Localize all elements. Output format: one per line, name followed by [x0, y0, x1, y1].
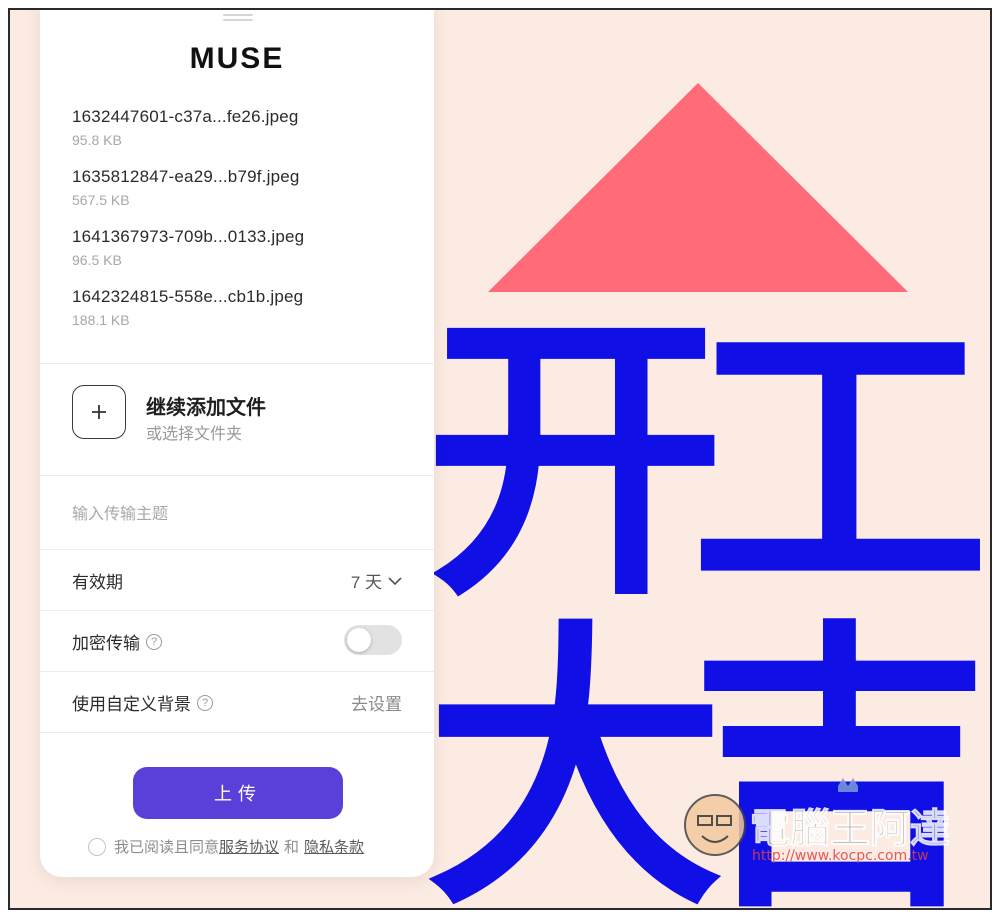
custom-background-label: 使用自定义背景 ?: [72, 690, 213, 715]
mascot-face-icon: [684, 794, 746, 856]
file-size: 188.1 KB: [72, 312, 130, 328]
divider: [40, 475, 434, 476]
add-files-button[interactable]: [72, 385, 126, 439]
file-list: 1632447601-c37a...fe26.jpeg 95.8 KB 1635…: [72, 106, 412, 346]
toggle-knob: [347, 628, 371, 652]
watermark-text: 電腦王阿達: [750, 806, 950, 852]
expiry-label: 有效期: [72, 573, 123, 592]
question-circle-icon[interactable]: ?: [197, 694, 213, 711]
agreement-row: 我已阅读且同意 服务协议 和 隐私条款: [88, 836, 364, 857]
divider: [40, 671, 434, 672]
screenshot-frame: 开 工 大 吉 電腦王阿達 http://www.kocpc.com.tw MU…: [8, 8, 992, 910]
upload-button[interactable]: 上传: [133, 767, 343, 819]
expiry-select[interactable]: 7 天: [351, 568, 402, 593]
terms-link[interactable]: 服务协议: [219, 836, 279, 857]
encrypt-toggle[interactable]: [344, 625, 402, 655]
chevron-down-icon: [388, 576, 402, 585]
char-kai: 开: [425, 287, 725, 636]
add-files-row[interactable]: 继续添加文件 或选择文件夹: [72, 385, 412, 445]
agreement-and: 和: [284, 839, 300, 856]
upload-panel: MUSE 1632447601-c37a...fe26.jpeg 95.8 KB…: [40, 10, 434, 877]
divider: [40, 549, 434, 550]
drag-handle-icon[interactable]: [223, 14, 253, 21]
char-gong: 工: [690, 287, 990, 636]
agreement-checkbox[interactable]: [88, 837, 106, 856]
question-circle-icon[interactable]: ?: [146, 633, 162, 650]
expiry-value: 7 天: [350, 573, 382, 592]
file-name: 1635812847-ea29...b79f.jpeg: [72, 167, 300, 186]
encrypt-label: 加密传输 ?: [72, 629, 162, 654]
add-files-title[interactable]: 继续添加文件: [146, 391, 266, 420]
divider: [40, 610, 434, 611]
file-name: 1632447601-c37a...fe26.jpeg: [72, 107, 299, 126]
custom-background-row: 使用自定义背景 ? 去设置: [72, 686, 402, 716]
privacy-link[interactable]: 隐私条款: [304, 836, 364, 857]
file-name: 1642324815-558e...cb1b.jpeg: [72, 287, 304, 306]
expiry-row: 有效期 7 天: [72, 564, 402, 594]
watermark-url: http://www.kocpc.com.tw: [752, 848, 929, 864]
file-item[interactable]: 1635812847-ea29...b79f.jpeg 567.5 KB: [72, 166, 412, 226]
divider: [40, 732, 434, 733]
file-size: 96.5 KB: [72, 252, 122, 268]
brand-title: MUSE: [189, 42, 285, 75]
go-settings-link[interactable]: 去设置: [351, 690, 402, 715]
file-size: 567.5 KB: [72, 192, 130, 208]
select-folder-link[interactable]: 或选择文件夹: [146, 420, 242, 444]
file-size: 95.8 KB: [72, 132, 122, 148]
agreement-prefix: 我已阅读且同意: [114, 839, 220, 856]
encrypt-row: 加密传输 ?: [72, 625, 402, 655]
file-item[interactable]: 1642324815-558e...cb1b.jpeg 188.1 KB: [72, 286, 412, 346]
file-item[interactable]: 1641367973-709b...0133.jpeg 96.5 KB: [72, 226, 412, 286]
divider: [40, 363, 434, 364]
plus-icon: [92, 405, 106, 419]
subject-input[interactable]: 输入传输主题: [72, 500, 168, 524]
char-da: 大: [425, 597, 725, 908]
file-name: 1641367973-709b...0133.jpeg: [72, 227, 305, 246]
file-item[interactable]: 1632447601-c37a...fe26.jpeg 95.8 KB: [72, 106, 412, 166]
